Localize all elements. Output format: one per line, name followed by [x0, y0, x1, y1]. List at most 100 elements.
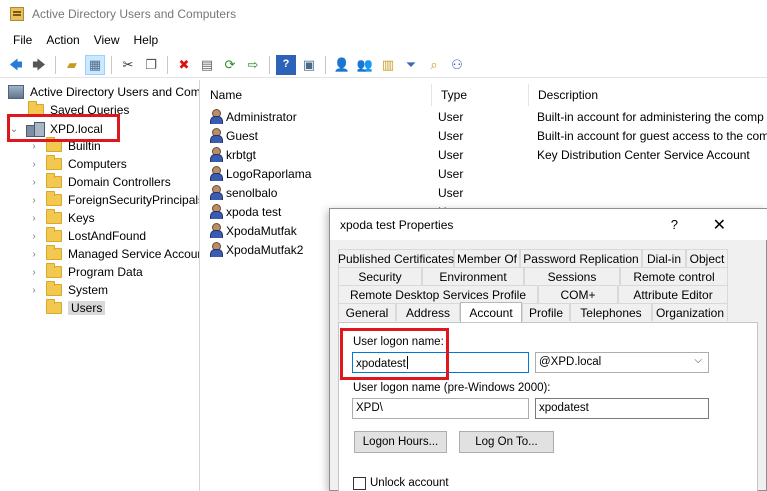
user-type: User [438, 147, 464, 162]
tab-general[interactable]: General [338, 303, 396, 321]
export-list-icon[interactable]: ⇨ [243, 55, 263, 75]
pre2000-domain-field[interactable]: XPD\ [352, 398, 529, 419]
menu-bar: File Action View Help [0, 29, 767, 51]
user-icon [209, 128, 223, 143]
tab-environment[interactable]: Environment [422, 267, 524, 285]
folder-icon [46, 245, 62, 260]
tab-password-replication[interactable]: Password Replication [520, 249, 642, 267]
list-item[interactable]: LogoRaporlama User [201, 164, 767, 183]
console-tree-icon[interactable]: ▦ [85, 54, 105, 75]
new-ou-icon[interactable]: ▥ [378, 55, 398, 75]
refresh-icon[interactable]: ⟳ [220, 55, 240, 75]
column-header-type[interactable]: Type [432, 84, 529, 106]
tree-item-lost-and-found[interactable]: › LostAndFound [28, 227, 146, 245]
menu-help[interactable]: Help [127, 31, 166, 49]
tree-item-program-data[interactable]: › Program Data [28, 263, 143, 281]
tab-telephones[interactable]: Telephones [570, 303, 652, 321]
tab-sessions[interactable]: Sessions [524, 267, 620, 285]
forward-arrow-icon[interactable]: 🡆 [29, 55, 49, 75]
user-type: User [438, 166, 464, 181]
tree-item-system[interactable]: › System [28, 281, 108, 299]
chevron-right-icon[interactable]: › [28, 159, 40, 170]
tab-com-plus[interactable]: COM+ [538, 285, 618, 303]
tree-item-managed-service-accounts[interactable]: › Managed Service Accour [28, 245, 200, 263]
tab-object[interactable]: Object [686, 249, 728, 267]
list-item[interactable]: Guest User Built-in account for guest ac… [201, 126, 767, 145]
tree-item-computers[interactable]: › Computers [28, 155, 127, 173]
help-icon[interactable]: ? [276, 54, 296, 75]
tab-member-of[interactable]: Member Of [454, 249, 520, 267]
menu-action[interactable]: Action [39, 31, 86, 49]
upn-suffix-select[interactable]: @XPD.local ⌵ [535, 352, 709, 373]
tree-root[interactable]: Active Directory Users and Com [8, 83, 199, 101]
filter-icon[interactable]: ⏷ [401, 55, 421, 75]
tab-security[interactable]: Security [338, 267, 422, 285]
ad-console-icon [8, 85, 24, 99]
toolbar-separator [269, 55, 270, 74]
chevron-right-icon[interactable]: › [28, 267, 40, 278]
dialog-title-bar: xpoda test Properties [330, 209, 767, 240]
properties-icon[interactable]: ▤ [197, 55, 217, 75]
tree-item-keys[interactable]: › Keys [28, 209, 95, 227]
unlock-account-label: Unlock account [370, 477, 449, 489]
dialog-title: xpoda test Properties [340, 217, 454, 232]
column-header-name[interactable]: Name [201, 84, 432, 106]
user-name: LogoRaporlama [226, 166, 312, 181]
chevron-right-icon[interactable]: › [28, 249, 40, 260]
tree-item-label: Keys [68, 211, 95, 225]
log-on-to-button[interactable]: Log On To... [459, 431, 554, 453]
chevron-right-icon[interactable]: › [28, 231, 40, 242]
unlock-account-checkbox[interactable] [353, 477, 366, 490]
menu-file[interactable]: File [6, 31, 39, 49]
user-icon [209, 185, 223, 200]
tab-address[interactable]: Address [396, 303, 460, 321]
new-group-icon[interactable]: 👥 [355, 55, 375, 75]
tree-item-domain-controllers[interactable]: › Domain Controllers [28, 173, 171, 191]
pre2000-logon-input[interactable]: xpodatest [535, 398, 709, 419]
user-icon [209, 147, 223, 162]
tree-item-users[interactable]: Users [46, 299, 106, 317]
folder-icon [46, 281, 62, 296]
menu-view[interactable]: View [87, 31, 127, 49]
close-icon[interactable]: ✕ [713, 215, 726, 235]
highlight-box-domain [7, 114, 120, 142]
tab-account[interactable]: Account [460, 302, 522, 322]
toolbar-separator [167, 55, 168, 74]
copy-icon[interactable]: ❐ [141, 55, 161, 75]
tab-remote-desktop-services-profile[interactable]: Remote Desktop Services Profile [338, 285, 538, 303]
tab-profile[interactable]: Profile [522, 303, 570, 321]
tab-remote-control[interactable]: Remote control [620, 267, 728, 285]
tab-dial-in[interactable]: Dial-in [642, 249, 686, 267]
delete-icon[interactable]: ✖ [174, 55, 194, 75]
tab-published-certificates[interactable]: Published Certificates [338, 249, 454, 267]
list-item[interactable]: senolbalo User [201, 183, 767, 202]
logon-hours-button[interactable]: Logon Hours... [354, 431, 447, 453]
list-item[interactable]: Administrator User Built-in account for … [201, 107, 767, 126]
column-header-description[interactable]: Description [529, 84, 767, 106]
user-name: Administrator [226, 109, 297, 124]
add-to-group-icon[interactable]: ⚇ [447, 55, 467, 75]
console-icon[interactable]: ▣ [299, 55, 319, 75]
chevron-right-icon[interactable]: › [28, 141, 40, 152]
user-icon [209, 204, 223, 219]
tree-item-label: Domain Controllers [68, 175, 171, 189]
list-item[interactable]: krbtgt User Key Distribution Center Serv… [201, 145, 767, 164]
cut-icon[interactable]: ✂ [118, 55, 138, 75]
folder-icon [46, 209, 62, 224]
chevron-right-icon[interactable]: › [28, 285, 40, 296]
folder-icon [46, 299, 62, 314]
folder-icon [46, 173, 62, 188]
find-icon[interactable]: ⌕ [424, 55, 444, 75]
chevron-right-icon[interactable]: › [28, 213, 40, 224]
tree-item-foreign-security-principals[interactable]: › ForeignSecurityPrincipals [28, 191, 199, 209]
chevron-right-icon[interactable]: › [28, 195, 40, 206]
help-icon[interactable]: ? [671, 217, 678, 232]
user-type: User [438, 185, 464, 200]
tab-attribute-editor[interactable]: Attribute Editor [618, 285, 728, 303]
new-user-icon[interactable]: 👤 [332, 55, 352, 75]
back-arrow-icon[interactable]: 🡄 [6, 55, 26, 75]
tab-organization[interactable]: Organization [652, 303, 728, 321]
chevron-right-icon[interactable]: › [28, 177, 40, 188]
up-folder-icon[interactable]: ▰ [62, 55, 82, 75]
tree-item-label: Managed Service Accour [68, 247, 200, 261]
